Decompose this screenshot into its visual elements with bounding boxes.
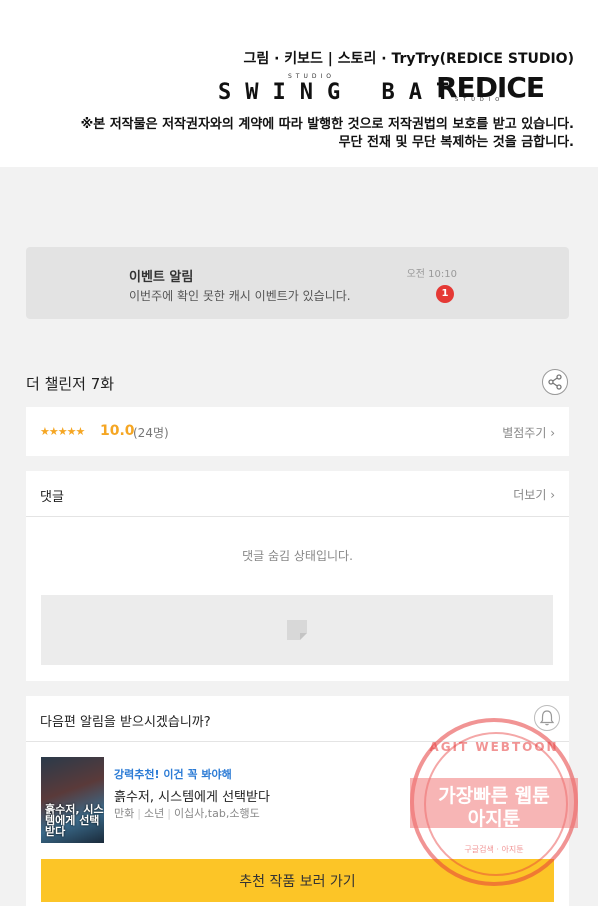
- redice-studio-sub: STUDIO: [455, 97, 505, 103]
- copyright-notice: ※본 저작물은 저작권자와의 계약에 따라 발행한 것으로 저작권법의 보호를 …: [81, 116, 574, 152]
- recommended-thumbnail[interactable]: 흙수저, 시스템에게 선택받다: [41, 757, 104, 843]
- notice-title: 이벤트 알림: [129, 270, 194, 285]
- watermark-line-2: 아지툰: [467, 808, 521, 830]
- watermark-top-text: AGIT WEBTOON: [429, 740, 559, 754]
- thumbnail-title: 흙수저, 시스템에게 선택받다: [45, 803, 104, 838]
- comment-input[interactable]: [41, 595, 553, 665]
- bell-icon: [539, 710, 555, 726]
- genre-tag: 만화: [114, 807, 135, 820]
- credits-banner: 그림 · 키보드 | 스토리 · TryTry(REDICE STUDIO) S…: [0, 0, 598, 167]
- comments-more-link[interactable]: 더보기 ›: [513, 486, 555, 503]
- genre-tag: 이십사,tab,소행도: [173, 807, 260, 820]
- comments-header: 댓글 더보기 ›: [26, 471, 569, 517]
- copyright-line-1: ※본 저작물은 저작권자와의 계약에 따라 발행한 것으로 저작권법의 보호를 …: [80, 117, 574, 132]
- swing-bat-logo: SWING BAT: [218, 80, 464, 105]
- share-button[interactable]: [542, 369, 568, 395]
- episode-title: 더 챌린저 7화: [26, 375, 115, 393]
- next-alert-question: 다음편 알림을 받으시겠습니까?: [40, 715, 211, 730]
- notice-description: 이번주에 확인 못한 캐시 이벤트가 있습니다.: [129, 289, 351, 303]
- recommend-tag: 강력추천! 이건 꼭 봐야해: [114, 768, 232, 781]
- watermark-stamp: AGIT WEBTOON 가장빠른 웹툰 아지툰 구글검색 · 아지툰: [410, 718, 578, 886]
- recommended-genres: 만화 | 소년 | 이십사,tab,소행도: [114, 807, 260, 820]
- rating-stars: ★★★★★: [40, 425, 85, 438]
- credit-line: 그림 · 키보드 | 스토리 · TryTry(REDICE STUDIO): [243, 51, 574, 67]
- recommended-title[interactable]: 흙수저, 시스템에게 선택받다: [114, 786, 270, 805]
- watermark-bottom-text: 구글검색 · 아지툰: [464, 845, 524, 854]
- rate-button[interactable]: 별점주기 ›: [502, 424, 555, 441]
- comments-card: 댓글 더보기 › 댓글 숨김 상태입니다.: [26, 471, 569, 681]
- comments-label: 댓글: [40, 490, 64, 505]
- genre-tag: 소년: [143, 807, 165, 820]
- copyright-line-2: 무단 전재 및 무단 복제하는 것을 금합니다.: [338, 135, 574, 150]
- swing-studio-sub: STUDIO: [288, 73, 335, 80]
- rating-score: 10.0: [100, 423, 135, 439]
- alert-bell-button[interactable]: [534, 705, 560, 731]
- event-notice-card[interactable]: 이벤트 알림 이번주에 확인 못한 캐시 이벤트가 있습니다. 오전 10:10…: [26, 247, 569, 319]
- comment-icon: [287, 620, 307, 640]
- share-icon: [548, 374, 562, 390]
- rating-count: (24명): [133, 426, 169, 440]
- rating-card: ★★★★★ 10.0 (24명) 별점주기 ›: [26, 407, 569, 456]
- notice-count-badge: 1: [436, 285, 454, 303]
- notice-time: 오전 10:10: [406, 269, 457, 280]
- comments-hidden-message: 댓글 숨김 상태입니다.: [242, 549, 353, 563]
